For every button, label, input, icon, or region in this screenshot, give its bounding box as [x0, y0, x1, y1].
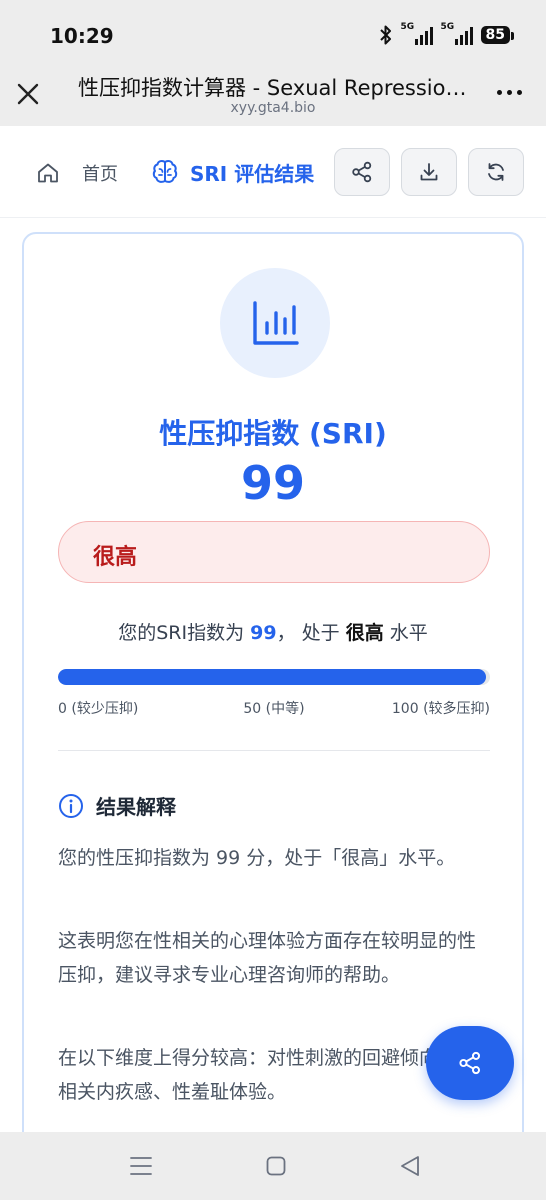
page-url[interactable]: xyy.gta4.bio	[0, 100, 546, 116]
signal-icon: 5G	[400, 22, 433, 45]
status-icons: 5G 5G 85	[379, 22, 515, 46]
interpretation-paragraph: 在以下维度上得分较高：对性刺激的回避倾向、性相关内疚感、性羞耻体验。	[58, 1047, 477, 1103]
download-icon	[420, 163, 438, 181]
summary-suffix: 水平	[389, 622, 428, 644]
summary-middle: ， 处于	[276, 622, 340, 644]
level-badge: 很高	[58, 521, 490, 583]
scale-high-label: 100 (较多压抑)	[391, 701, 490, 717]
menu-icon[interactable]	[130, 1156, 152, 1176]
network-label-1: 5G	[400, 22, 415, 32]
nav-current-label: SRI 评估结果	[190, 161, 315, 186]
network-label-2: 5G	[440, 22, 455, 32]
app-nav: 首页 SRI 评估结果	[0, 126, 546, 218]
home-icon	[38, 163, 58, 183]
battery-indicator: 85	[480, 26, 515, 44]
bluetooth-icon	[379, 25, 391, 45]
scale-mid-label: 50 (中等)	[243, 701, 305, 717]
floating-share-button[interactable]	[426, 1026, 514, 1100]
interpretation-heading: 结果解释	[58, 791, 176, 820]
browser-bar: 性压抑指数计算器 - Sexual Repression Index xyy.g…	[0, 62, 546, 126]
score-summary: 您的SRI指数为 99， 处于 很高 水平	[24, 618, 522, 645]
refresh-button[interactable]	[468, 148, 524, 196]
nav-current-page[interactable]: SRI 评估结果	[150, 157, 314, 187]
summary-level: 很高	[345, 622, 384, 644]
status-bar: 10:29 5G 5G 85	[0, 0, 546, 62]
status-time: 10:29	[50, 24, 114, 48]
refresh-icon	[488, 163, 504, 181]
share-icon	[459, 1051, 481, 1075]
download-button[interactable]	[401, 148, 457, 196]
back-icon[interactable]	[400, 1155, 420, 1177]
scale-low-label: 0 (较少压抑)	[58, 701, 139, 717]
nav-home-link[interactable]: 首页	[36, 160, 118, 186]
interpretation-paragraph: 这表明您在性相关的心理体验方面存在较明显的性压抑，建议寻求专业心理咨询师的帮助。	[58, 930, 477, 986]
score-progress-bar	[58, 669, 490, 685]
interpretation-title: 结果解释	[96, 795, 176, 819]
level-text: 很高	[93, 545, 138, 570]
summary-prefix: 您的SRI指数为	[118, 622, 245, 644]
interpretation-paragraph: 您的性压抑指数为 99 分，处于「很高」水平。	[58, 847, 456, 869]
more-options-icon[interactable]	[497, 90, 522, 95]
chart-badge	[220, 268, 330, 378]
home-square-icon[interactable]	[266, 1156, 286, 1176]
share-icon	[352, 161, 372, 183]
bar-chart-icon	[253, 301, 299, 345]
nav-home-label: 首页	[82, 164, 118, 185]
signal-icon: 5G	[440, 22, 473, 45]
divider	[58, 750, 490, 751]
page-title: 性压抑指数计算器 - Sexual Repression Index	[78, 76, 470, 100]
brain-icon	[152, 159, 178, 183]
summary-score: 99	[250, 622, 277, 644]
sri-title: 性压抑指数 (SRI)	[159, 417, 387, 450]
score-progress-fill	[58, 669, 486, 685]
system-nav-bar	[0, 1132, 546, 1200]
sri-score: 99	[240, 456, 305, 510]
share-button[interactable]	[334, 148, 390, 196]
info-icon	[59, 793, 83, 818]
